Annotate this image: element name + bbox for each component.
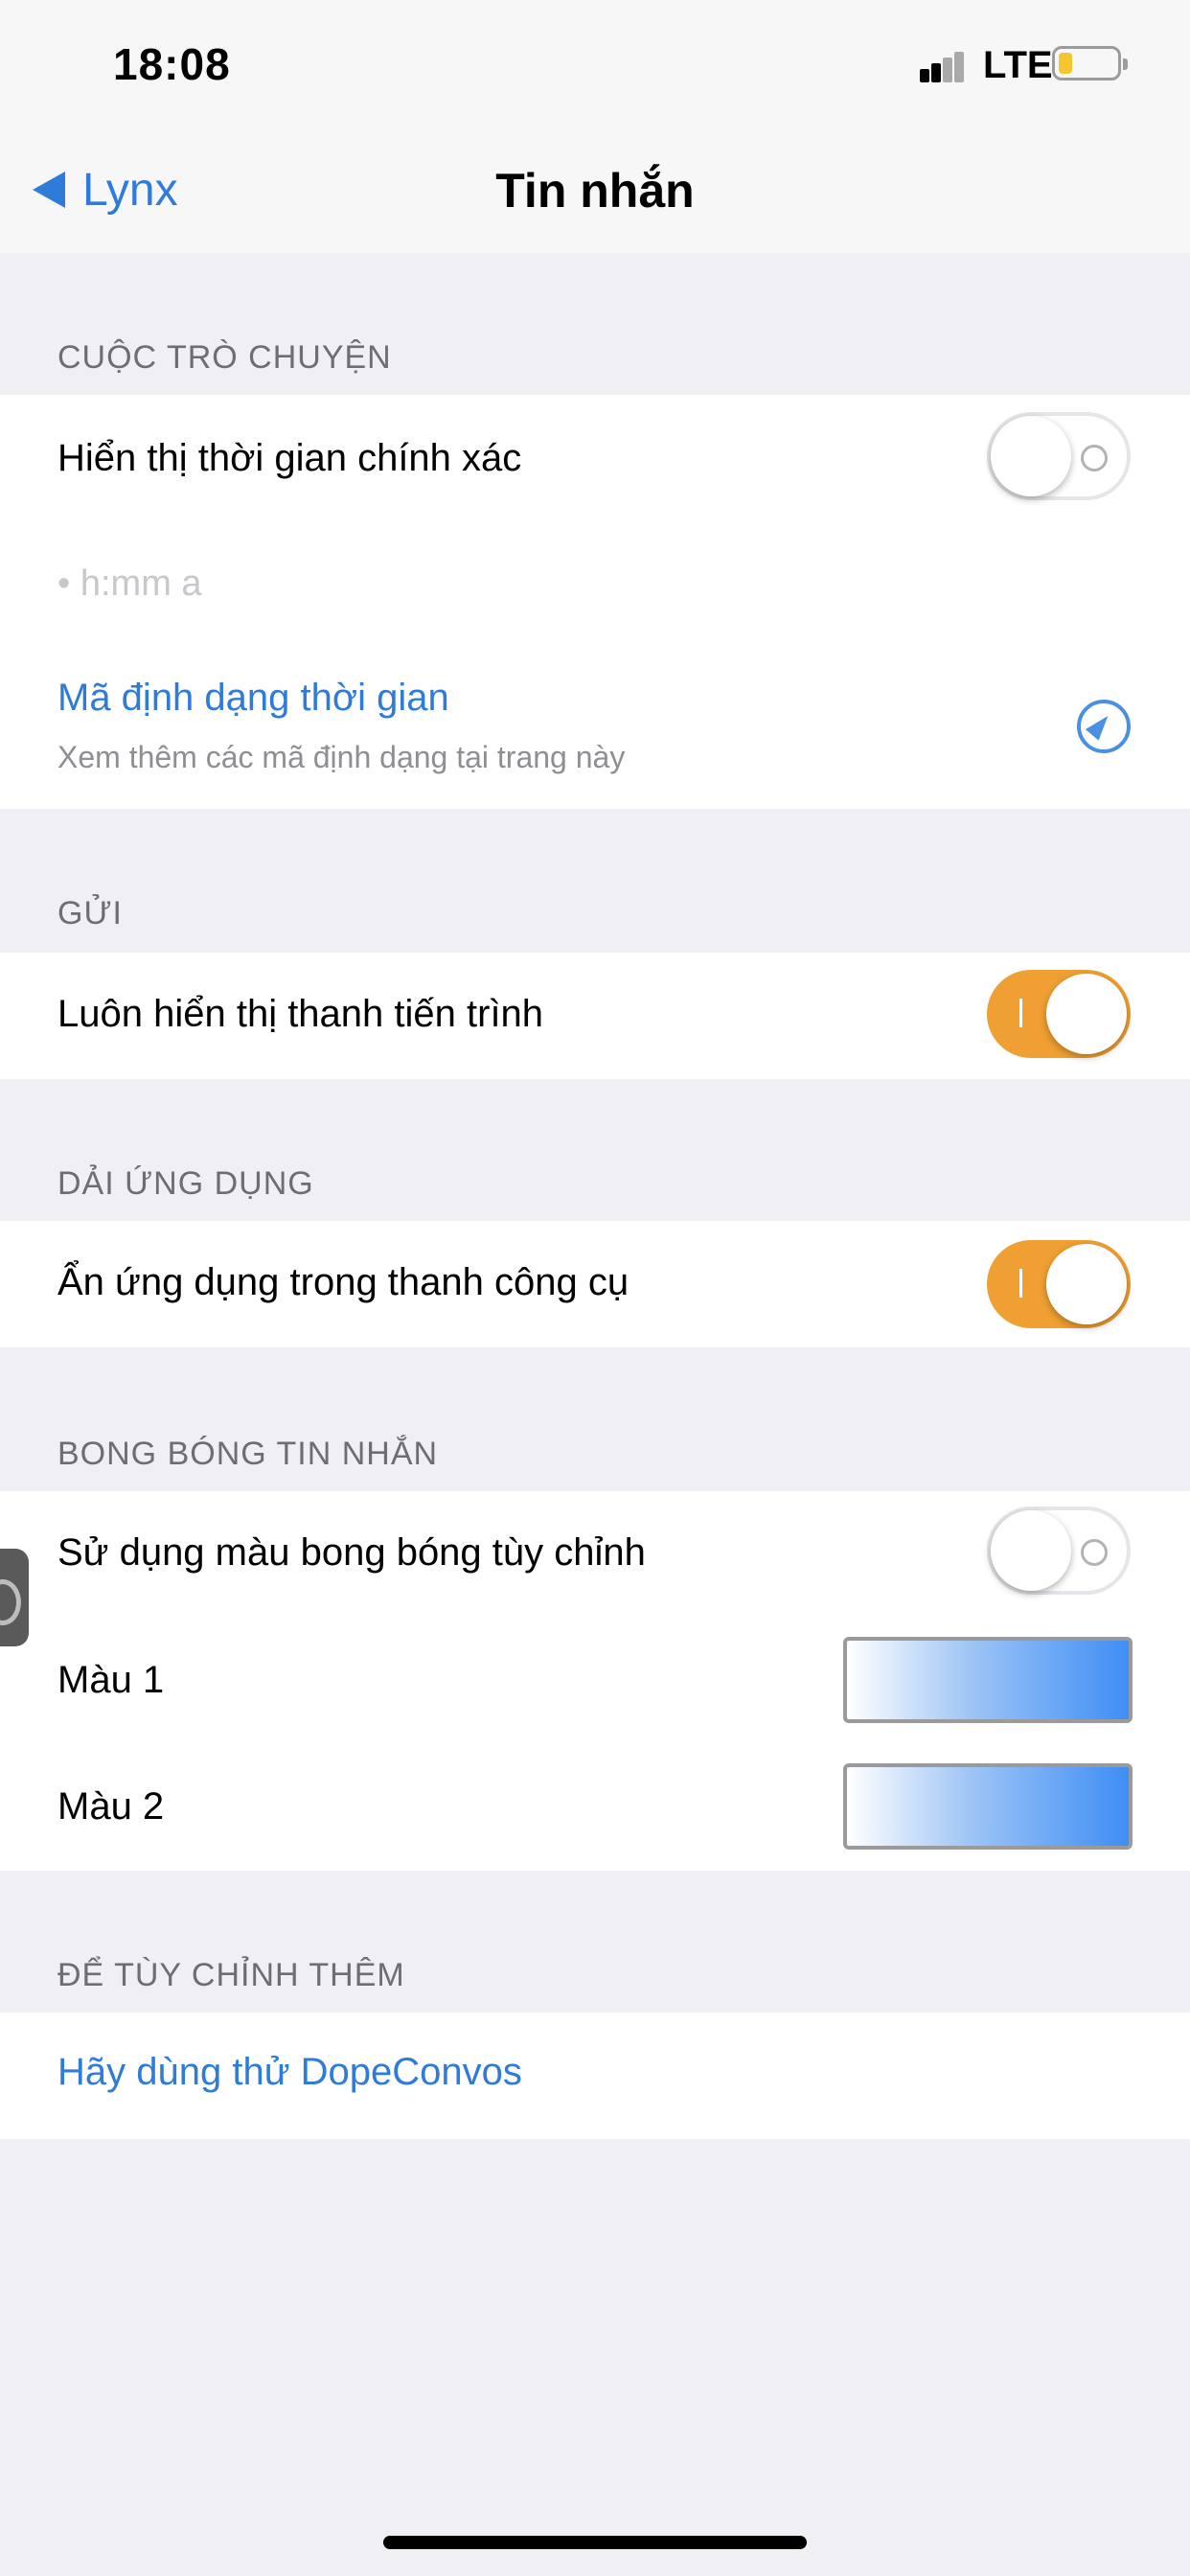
exact-time-label: Hiển thị thời gian chính xác bbox=[57, 437, 522, 479]
color2-label: Màu 2 bbox=[57, 1785, 165, 1828]
try-dopeconvos-link[interactable]: Hãy dùng thử DopeConvos bbox=[57, 2051, 522, 2094]
toggle-on-indicator bbox=[1019, 999, 1022, 1027]
top-bar: 18:08 LTE Lynx Tin nhắn bbox=[0, 0, 1190, 253]
toggle-knob bbox=[1046, 1244, 1127, 1324]
toggle-knob bbox=[991, 416, 1071, 496]
status-time: 18:08 bbox=[113, 39, 231, 89]
toggle-off-indicator bbox=[1081, 1539, 1108, 1566]
group-send: Luôn hiển thị thanh tiến trình bbox=[0, 953, 1190, 1079]
toggle-on-indicator bbox=[1019, 1269, 1022, 1298]
hide-apps-label: Ẩn ứng dụng trong thanh công cụ bbox=[57, 1261, 629, 1303]
network-label: LTE bbox=[983, 44, 1053, 86]
assistive-touch-button[interactable] bbox=[0, 1549, 29, 1646]
toggle-knob bbox=[1046, 974, 1127, 1054]
toggle-knob bbox=[991, 1510, 1071, 1591]
hide-apps-toggle[interactable] bbox=[987, 1240, 1131, 1328]
group-bubbles: Sử dụng màu bong bóng tùy chỉnh Màu 1 Mà… bbox=[0, 1491, 1190, 1871]
battery-icon bbox=[1052, 46, 1128, 80]
group-app-strip: Ẩn ứng dụng trong thanh công cụ bbox=[0, 1221, 1190, 1347]
color1-swatch[interactable] bbox=[843, 1637, 1133, 1723]
home-indicator[interactable] bbox=[383, 2536, 807, 2549]
time-format-input[interactable]: • h:mm a bbox=[57, 564, 202, 605]
time-format-link[interactable]: Mã định dạng thời gian bbox=[57, 677, 449, 720]
progress-bar-label: Luôn hiển thị thanh tiến trình bbox=[57, 993, 544, 1035]
section-header-more: ĐỂ TÙY CHỈNH THÊM bbox=[57, 1957, 405, 1993]
compass-icon[interactable] bbox=[1077, 700, 1131, 753]
section-header-app-strip: DẢI ỨNG DỤNG bbox=[57, 1165, 314, 1202]
custom-color-toggle[interactable] bbox=[987, 1506, 1131, 1595]
section-header-conversation: CUỘC TRÒ CHUYỆN bbox=[57, 339, 392, 376]
section-header-bubbles: BONG BÓNG TIN NHẮN bbox=[57, 1436, 439, 1472]
exact-time-toggle[interactable] bbox=[987, 412, 1131, 500]
section-header-send: GỬI bbox=[57, 895, 123, 932]
color2-swatch[interactable] bbox=[843, 1763, 1133, 1850]
toggle-off-indicator bbox=[1081, 445, 1108, 472]
settings-screen: 18:08 LTE Lynx Tin nhắn CUỘC TRÒ CHUYỆN … bbox=[0, 0, 1190, 2576]
custom-color-label: Sử dụng màu bong bóng tùy chỉnh bbox=[57, 1531, 646, 1574]
page-title: Tin nhắn bbox=[495, 164, 695, 218]
color1-label: Màu 1 bbox=[57, 1659, 165, 1701]
time-format-link-subtitle: Xem thêm các mã định dạng tại trang này bbox=[57, 740, 626, 774]
signal-icon bbox=[920, 50, 975, 82]
progress-bar-toggle[interactable] bbox=[987, 970, 1131, 1058]
